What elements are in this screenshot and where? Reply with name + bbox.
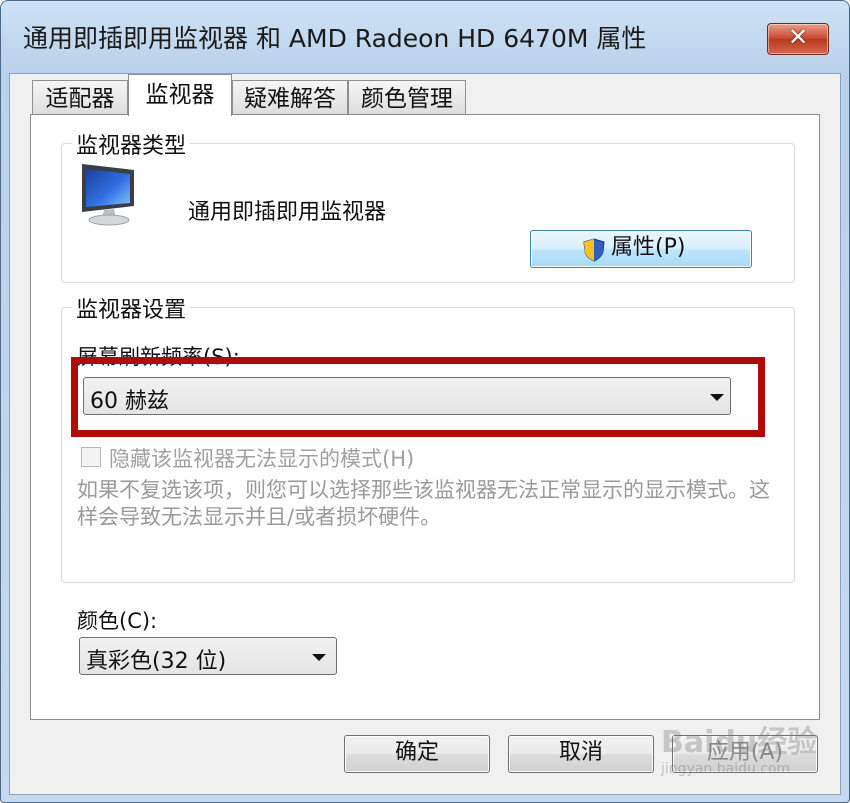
monitor-type-group: 监视器类型 通用即插即用监视器 属性(P) — [61, 128, 795, 283]
tab-troubleshoot[interactable]: 疑难解答 — [232, 80, 348, 116]
chevron-down-icon — [312, 654, 326, 661]
ok-button[interactable]: 确定 — [344, 735, 490, 773]
shield-icon — [583, 238, 605, 262]
close-icon: ✕ — [787, 23, 809, 51]
monitor-settings-label: 监视器设置 — [72, 292, 191, 324]
tab-color-management[interactable]: 颜色管理 — [348, 80, 466, 116]
watermark-url: jingyan.baidu.com — [661, 761, 791, 777]
monitor-name: 通用即插即用监视器 — [188, 200, 387, 225]
properties-button-label: 属性(P) — [611, 235, 686, 260]
highlight-box — [71, 357, 765, 437]
color-value: 真彩色(32 位) — [86, 649, 227, 674]
close-button[interactable]: ✕ — [767, 23, 829, 55]
properties-button[interactable]: 属性(P) — [530, 230, 752, 268]
dialog-body: 适配器 监视器 疑难解答 颜色管理 监视器类型 通用即插即用监视器 属性(P) … — [9, 73, 841, 795]
title-bar[interactable]: 通用即插即用监视器 和 AMD Radeon HD 6470M 属性 ✕ — [1, 1, 849, 73]
window-title: 通用即插即用监视器 和 AMD Radeon HD 6470M 属性 — [23, 24, 647, 53]
watermark: Baidu经验 — [661, 725, 818, 760]
properties-dialog: 通用即插即用监视器 和 AMD Radeon HD 6470M 属性 ✕ 适配器… — [0, 0, 850, 803]
color-label: 颜色(C): — [77, 609, 158, 633]
help-text: 如果不复选该项，则您可以选择那些该监视器无法正常显示的显示模式。这样会导致无法显… — [77, 478, 770, 529]
hide-modes-label: 隐藏该监视器无法显示的模式(H) — [109, 447, 415, 471]
tab-panel-monitor: 监视器类型 通用即插即用监视器 属性(P) 监视器设置 屏幕刷新频率(S): 6… — [30, 114, 820, 720]
monitor-type-label: 监视器类型 — [72, 128, 191, 160]
color-select[interactable]: 真彩色(32 位) — [79, 637, 337, 675]
tab-monitor[interactable]: 监视器 — [128, 74, 232, 116]
hide-modes-checkbox[interactable] — [81, 447, 101, 467]
monitor-icon — [82, 164, 134, 226]
tab-adapter[interactable]: 适配器 — [32, 80, 128, 116]
cancel-button[interactable]: 取消 — [508, 735, 654, 773]
